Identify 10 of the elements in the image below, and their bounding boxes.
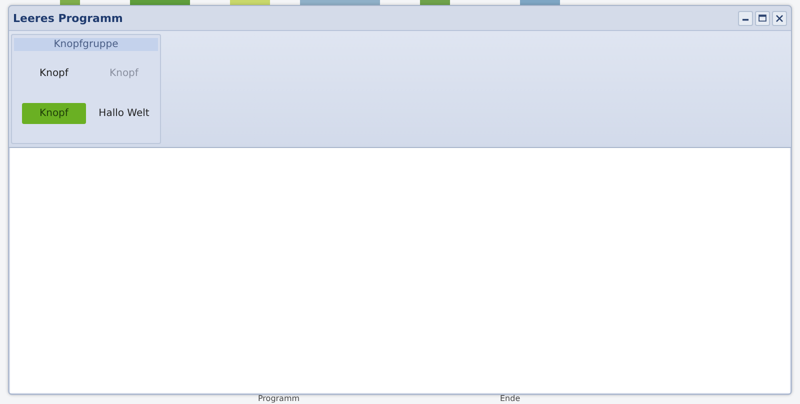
ribbon-button[interactable]: Knopf bbox=[22, 103, 86, 124]
window-title: Leeres Programm bbox=[13, 12, 123, 24]
group-title: Knopfgruppe bbox=[14, 38, 158, 51]
desktop-icon-label[interactable]: Ende bbox=[500, 394, 520, 404]
ribbon-button[interactable]: Hallo Welt bbox=[92, 103, 156, 124]
maximize-icon[interactable] bbox=[755, 10, 770, 26]
ribbon-button[interactable]: Knopf bbox=[22, 63, 86, 84]
desktop-icon-label[interactable]: Programm bbox=[258, 394, 300, 404]
minimize-icon[interactable] bbox=[738, 10, 753, 26]
close-icon[interactable] bbox=[772, 10, 787, 26]
